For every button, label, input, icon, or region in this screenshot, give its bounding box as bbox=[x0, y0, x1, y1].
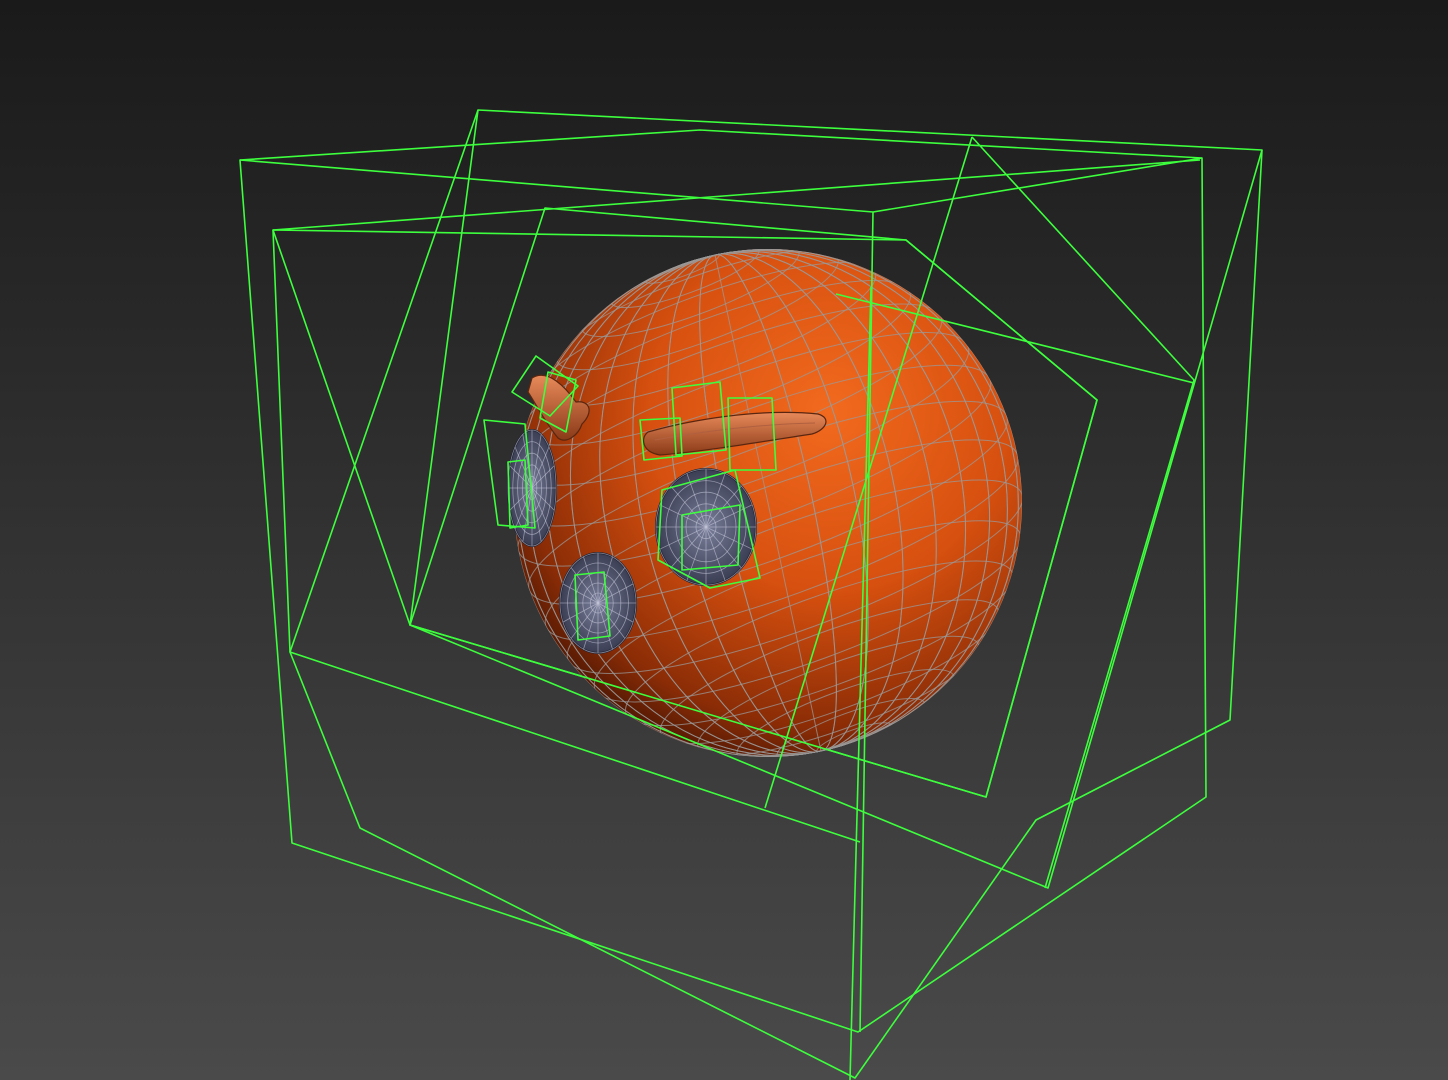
eye-socket-right[interactable] bbox=[507, 429, 557, 547]
socket-wireframe bbox=[507, 429, 557, 547]
3d-viewport[interactable] bbox=[0, 0, 1448, 1080]
viewport-canvas[interactable] bbox=[0, 0, 1448, 1080]
